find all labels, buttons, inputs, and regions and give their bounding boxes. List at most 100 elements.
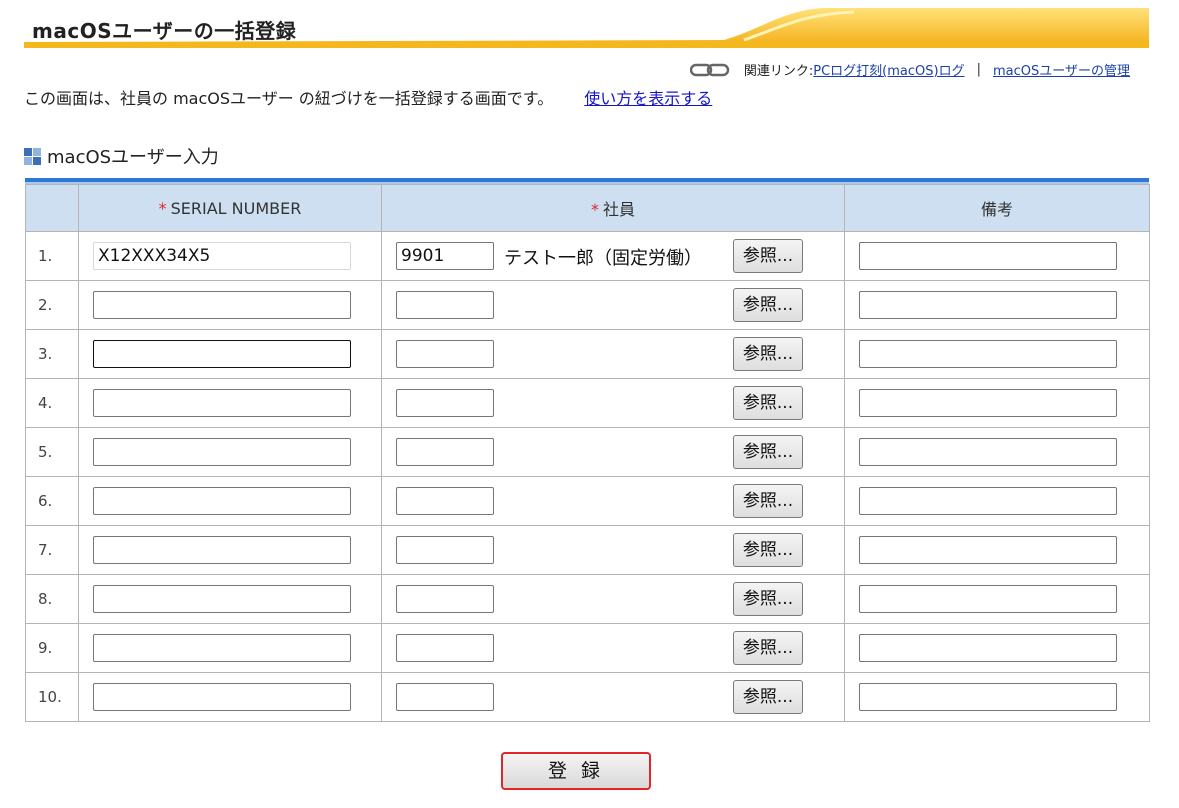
- note-cell: [844, 231, 1150, 281]
- page-title: macOSユーザーの一括登録: [32, 19, 297, 43]
- table-row: 8. 参照...: [25, 574, 1150, 624]
- serial-number-input[interactable]: [93, 585, 351, 613]
- serial-number-input[interactable]: [93, 536, 351, 564]
- employee-code-input[interactable]: [396, 340, 494, 368]
- table-row: 4. 参照...: [25, 378, 1150, 428]
- link-pc-log-macos[interactable]: PCログ打刻(macOS)ログ: [813, 60, 964, 79]
- employee-reference-button[interactable]: 参照...: [733, 631, 803, 665]
- serial-number-input[interactable]: [93, 389, 351, 417]
- employee-code-input[interactable]: [396, 585, 494, 613]
- employee-cell: 参照...: [381, 427, 845, 477]
- page-header: macOSユーザーの一括登録: [24, 8, 1149, 48]
- help-link[interactable]: 使い方を表示する: [584, 89, 712, 108]
- row-number: 3.: [25, 329, 79, 379]
- table-row: 6. 参照...: [25, 476, 1150, 526]
- serial-cell: [78, 280, 382, 330]
- note-input[interactable]: [859, 487, 1117, 515]
- table-row: 3. 参照...: [25, 329, 1150, 379]
- column-header-number: [25, 184, 79, 232]
- note-input[interactable]: [859, 438, 1117, 466]
- table-row: 1. テスト一郎（固定労働） 参照...: [25, 231, 1150, 281]
- employee-cell: 参照...: [381, 525, 845, 575]
- serial-number-input[interactable]: [93, 487, 351, 515]
- employee-reference-button[interactable]: 参照...: [733, 680, 803, 714]
- note-cell: [844, 672, 1150, 722]
- required-mark: *: [590, 200, 599, 219]
- link-macos-user-management[interactable]: macOSユーザーの管理: [993, 60, 1130, 79]
- chain-link-icon: [689, 63, 730, 76]
- employee-cell: 参照...: [381, 476, 845, 526]
- employee-reference-button[interactable]: 参照...: [733, 337, 803, 371]
- note-cell: [844, 378, 1150, 428]
- employee-code-input[interactable]: [396, 291, 494, 319]
- serial-cell: [78, 623, 382, 673]
- employee-reference-button[interactable]: 参照...: [733, 386, 803, 420]
- section-title: macOSユーザー入力: [47, 147, 219, 168]
- employee-name: テスト一郎（固定労働）: [504, 248, 702, 269]
- row-number: 1.: [25, 231, 79, 281]
- note-input[interactable]: [859, 585, 1117, 613]
- employee-reference-button[interactable]: 参照...: [733, 533, 803, 567]
- section-heading: macOSユーザー入力: [24, 143, 219, 169]
- note-input[interactable]: [859, 634, 1117, 662]
- table-row: 9. 参照...: [25, 623, 1150, 673]
- serial-number-input[interactable]: [93, 242, 351, 270]
- note-input[interactable]: [859, 242, 1117, 270]
- serial-cell: [78, 525, 382, 575]
- employee-cell: 参照...: [381, 574, 845, 624]
- note-input[interactable]: [859, 536, 1117, 564]
- employee-code-input[interactable]: [396, 683, 494, 711]
- related-links-label: 関連リンク:: [743, 64, 814, 79]
- serial-number-input[interactable]: [93, 340, 351, 368]
- employee-cell: 参照...: [381, 329, 845, 379]
- serial-number-input[interactable]: [93, 683, 351, 711]
- note-input[interactable]: [859, 340, 1117, 368]
- employee-code-input[interactable]: [396, 487, 494, 515]
- required-mark: *: [158, 198, 167, 218]
- page-description: この画面は、社員の macOSユーザー の紐づけを一括登録する画面です。 使い方…: [24, 85, 712, 109]
- table-row: 5. 参照...: [25, 427, 1150, 477]
- employee-code-input[interactable]: [396, 536, 494, 564]
- table-row: 7. 参照...: [25, 525, 1150, 575]
- serial-number-input[interactable]: [93, 634, 351, 662]
- row-number: 6.: [25, 476, 79, 526]
- note-cell: [844, 329, 1150, 379]
- row-number: 4.: [25, 378, 79, 428]
- employee-reference-button[interactable]: 参照...: [733, 239, 803, 273]
- grid-squares-icon: [24, 147, 41, 165]
- note-cell: [844, 427, 1150, 477]
- user-input-table: *SERIAL NUMBER *社員 備考 1. テスト一郎（固定労働） 参照.…: [25, 178, 1150, 722]
- note-input[interactable]: [859, 291, 1117, 319]
- serial-cell: [78, 427, 382, 477]
- serial-cell: [78, 476, 382, 526]
- employee-reference-button[interactable]: 参照...: [733, 435, 803, 469]
- employee-code-input[interactable]: [396, 634, 494, 662]
- row-number: 7.: [25, 525, 79, 575]
- note-input[interactable]: [859, 389, 1117, 417]
- employee-reference-button[interactable]: 参照...: [733, 582, 803, 616]
- serial-cell: [78, 672, 382, 722]
- row-number: 2.: [25, 280, 79, 330]
- employee-code-input[interactable]: [396, 242, 494, 270]
- note-cell: [844, 574, 1150, 624]
- note-cell: [844, 525, 1150, 575]
- employee-code-input[interactable]: [396, 389, 494, 417]
- employee-code-input[interactable]: [396, 438, 494, 466]
- column-header-note: 備考: [844, 184, 1150, 232]
- column-header-serial: * SERIAL NUMBER: [78, 184, 382, 232]
- employee-reference-button[interactable]: 参照...: [733, 484, 803, 518]
- note-input[interactable]: [859, 683, 1117, 711]
- column-header-employee: * 社員: [381, 184, 845, 232]
- serial-number-input[interactable]: [93, 291, 351, 319]
- row-number: 9.: [25, 623, 79, 673]
- related-links: 関連リンク: PCログ打刻(macOS)ログ | macOSユーザーの管理: [689, 60, 1130, 79]
- table-row: 2. 参照...: [25, 280, 1150, 330]
- employee-cell: 参照...: [381, 280, 845, 330]
- register-button[interactable]: 登 録: [501, 752, 651, 790]
- row-number: 10.: [25, 672, 79, 722]
- link-separator: |: [976, 62, 981, 77]
- employee-reference-button[interactable]: 参照...: [733, 288, 803, 322]
- serial-cell: [78, 574, 382, 624]
- serial-number-input[interactable]: [93, 438, 351, 466]
- table-row: 10. 参照...: [25, 672, 1150, 722]
